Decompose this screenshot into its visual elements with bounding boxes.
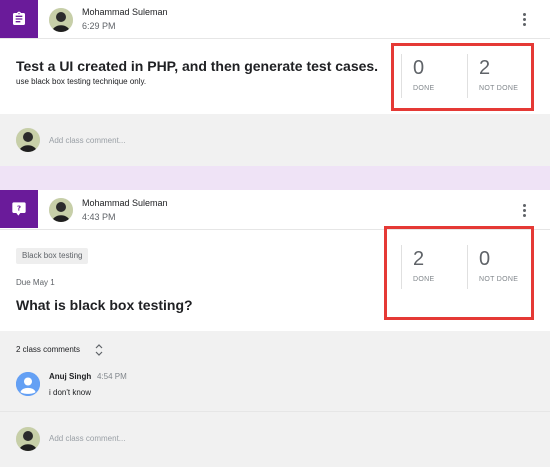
- add-class-comment-input[interactable]: Add class comment...: [49, 434, 125, 443]
- author-name[interactable]: Mohammad Suleman: [82, 7, 168, 17]
- more-vert-icon: [522, 12, 526, 16]
- author-name[interactable]: Mohammad Suleman: [82, 198, 168, 208]
- more-vert-icon: [522, 203, 526, 207]
- author-avatar[interactable]: [49, 198, 73, 222]
- svg-text:?: ?: [17, 204, 21, 213]
- post-time[interactable]: 4:43 PM: [82, 212, 116, 222]
- topic-chip[interactable]: Black box testing: [16, 248, 89, 264]
- question-badge: ?: [0, 190, 38, 228]
- assignment-icon: [13, 11, 25, 25]
- assignment-title[interactable]: Test a UI created in PHP, and then gener…: [16, 58, 378, 74]
- divider: [0, 38, 550, 39]
- comments-section: 2 class comments Anuj Singh 4:54 PM i do…: [0, 331, 550, 411]
- question-icon: ?: [12, 202, 26, 216]
- author-avatar[interactable]: [49, 8, 73, 32]
- due-date: Due May 1: [16, 278, 55, 287]
- unfold-icon[interactable]: [95, 343, 103, 357]
- comment-time: 4:54 PM: [97, 372, 127, 381]
- more-options-button[interactable]: [517, 199, 531, 221]
- class-comments-toggle[interactable]: 2 class comments: [16, 345, 80, 354]
- comment-bar: Add class comment...: [0, 412, 550, 467]
- add-class-comment-input[interactable]: Add class comment...: [49, 136, 125, 145]
- post-time[interactable]: 6:29 PM: [82, 21, 116, 31]
- more-options-button[interactable]: [517, 8, 531, 30]
- assignment-badge: [0, 0, 38, 38]
- current-user-avatar: [16, 128, 40, 152]
- question-title[interactable]: What is black box testing?: [16, 297, 193, 313]
- comment-bar: Add class comment...: [0, 114, 550, 166]
- current-user-avatar: [16, 427, 40, 451]
- comment-text: i don't know: [49, 388, 91, 397]
- highlight-box: [384, 226, 534, 320]
- highlight-box: [391, 43, 534, 111]
- person-icon: [16, 372, 40, 396]
- commenter-avatar[interactable]: [16, 372, 40, 396]
- assignment-description: use black box testing technique only.: [16, 77, 147, 86]
- comment-author[interactable]: Anuj Singh: [49, 372, 91, 381]
